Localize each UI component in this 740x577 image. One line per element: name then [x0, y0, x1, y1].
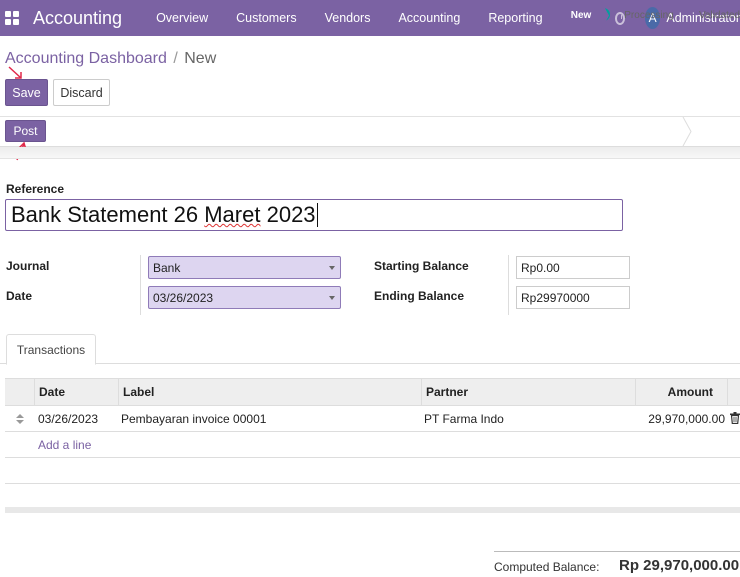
nav-customers[interactable]: Customers: [222, 11, 310, 25]
transactions-table: Date Label Partner Amount 03/26/2023 Pem…: [5, 378, 740, 510]
computed-balance-label: Computed Balance:: [494, 560, 600, 574]
add-line-row: Add a line: [5, 432, 740, 458]
stage-validated[interactable]: Validated: [692, 1, 740, 30]
date-label: Date: [6, 289, 33, 303]
text-caret: [316, 203, 318, 227]
reference-label: Reference: [6, 182, 65, 196]
column-label[interactable]: Label: [118, 379, 421, 405]
breadcrumb-current: New: [184, 50, 217, 67]
status-bar: [0, 116, 740, 147]
nav-reporting[interactable]: Reporting: [474, 11, 556, 25]
nav-accounting[interactable]: Accounting: [384, 11, 474, 25]
row-partner[interactable]: PT Farma Indo: [420, 406, 504, 431]
notebook-tabs: Transactions: [0, 334, 740, 365]
chevron-down-icon: [329, 296, 335, 300]
date-field[interactable]: 03/26/2023: [148, 286, 341, 309]
row-label[interactable]: Pembayaran invoice 00001: [117, 406, 266, 431]
breadcrumb: Accounting Dashboard / New: [5, 50, 216, 68]
stage-separator-icon: [682, 117, 692, 146]
trash-icon[interactable]: [730, 412, 740, 424]
table-footer: [5, 507, 740, 513]
post-button[interactable]: Post: [5, 120, 46, 142]
row-date[interactable]: 03/26/2023: [34, 406, 98, 431]
apps-menu-icon[interactable]: [5, 11, 19, 25]
app-brand[interactable]: Accounting: [33, 8, 122, 29]
computed-balance-value: Rp 29,970,000.00: [619, 557, 740, 574]
column-amount[interactable]: Amount: [635, 379, 727, 405]
journal-select[interactable]: Bank: [148, 256, 341, 279]
reference-input[interactable]: Bank Statement 26 Maret 2023: [5, 199, 623, 231]
breadcrumb-separator: /: [173, 50, 178, 67]
ending-balance-input[interactable]: Rp29970000: [516, 286, 630, 309]
drag-handle-icon[interactable]: [16, 414, 24, 424]
row-amount[interactable]: 29,970,000.00: [635, 406, 725, 431]
empty-row: [5, 458, 740, 484]
discard-button[interactable]: Discard: [53, 79, 110, 106]
breadcrumb-parent[interactable]: Accounting Dashboard: [5, 50, 167, 67]
add-line-link[interactable]: Add a line: [34, 432, 91, 457]
reference-text-suffix: 2023: [260, 202, 316, 227]
journal-value: Bank: [153, 260, 181, 275]
reference-text-prefix: Bank Statement 26: [11, 202, 205, 227]
computed-balance: Computed Balance: Rp 29,970,000.00: [494, 551, 740, 577]
reference-text-misspelled: Maret: [204, 202, 261, 227]
column-actions: [727, 379, 740, 405]
column-partner[interactable]: Partner: [421, 379, 635, 405]
nav-overview[interactable]: Overview: [142, 11, 222, 25]
date-value: 03/26/2023: [153, 290, 214, 305]
tab-transactions[interactable]: Transactions: [6, 334, 96, 365]
column-date[interactable]: Date: [34, 379, 118, 405]
divider: [140, 255, 141, 315]
save-button[interactable]: Save: [5, 79, 48, 106]
table-row[interactable]: 03/26/2023 Pembayaran invoice 00001 PT F…: [5, 406, 740, 432]
table-header: Date Label Partner Amount: [5, 378, 740, 406]
journal-label: Journal: [6, 259, 50, 273]
ending-balance-label: Ending Balance: [374, 289, 465, 303]
divider: [508, 255, 509, 315]
sheet-background: [0, 147, 740, 159]
nav-vendors[interactable]: Vendors: [311, 11, 385, 25]
stage-new[interactable]: New: [559, 1, 609, 30]
chevron-down-icon: [329, 266, 335, 270]
stage-processing[interactable]: Processing: [610, 1, 688, 30]
starting-balance-label: Starting Balance: [374, 259, 469, 273]
starting-balance-input[interactable]: Rp0.00: [516, 256, 630, 279]
